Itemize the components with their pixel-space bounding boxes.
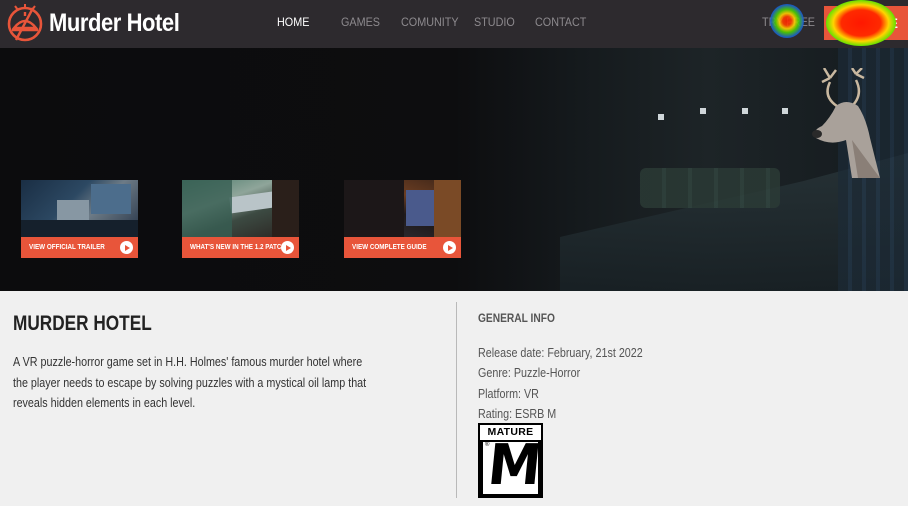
patch-notes-thumbnail[interactable]: WHAT'S NEW IN THE 1.2 PATCH — [182, 180, 299, 258]
nav-comunity[interactable]: COMUNITY — [401, 15, 459, 29]
trailer-preview-image — [21, 180, 138, 237]
ceiling-light — [700, 108, 706, 114]
hero-background-cushions — [640, 168, 780, 208]
section-divider — [456, 302, 457, 498]
hotel-bell-logo-icon — [7, 4, 43, 42]
ceiling-light — [742, 108, 748, 114]
esrb-rating-letter: M — [485, 433, 543, 498]
general-info-list: Release date: February, 21st 2022 Genre:… — [478, 343, 670, 424]
guide-button[interactable]: VIEW COMPLETE GUIDE — [344, 237, 461, 258]
game-info-section: MURDER HOTEL A VR puzzle-horror game set… — [0, 291, 908, 506]
deer-trophy-image — [812, 68, 880, 178]
nav-contact[interactable]: CONTACT — [535, 15, 586, 29]
game-title: MURDER HOTEL — [13, 312, 152, 335]
brand-logo[interactable]: Murder Hotel — [6, 4, 197, 42]
nav-studio[interactable]: STUDIO — [474, 15, 515, 29]
guide-preview-image — [344, 180, 461, 237]
game-description: A VR puzzle-horror game set in H.H. Holm… — [13, 355, 367, 410]
registered-mark: ® — [485, 442, 490, 448]
general-info-heading: GENERAL INFO — [478, 311, 555, 325]
release-date: Release date: February, 21st 2022 — [478, 346, 643, 360]
ceiling-light — [658, 114, 664, 120]
rating: Rating: ESRB M — [478, 406, 557, 421]
platform: Platform: VR — [478, 386, 539, 401]
cta-label: ME — [877, 15, 898, 31]
patch-notes-button[interactable]: WHAT'S NEW IN THE 1.2 PATCH — [182, 237, 299, 258]
play-icon — [120, 241, 133, 254]
ceiling-light — [782, 108, 788, 114]
genre: Genre: Puzzle-Horror — [478, 366, 581, 381]
play-icon — [281, 241, 294, 254]
esrb-mature-badge: MATURE ® M — [478, 423, 543, 498]
patch-preview-image — [182, 180, 299, 237]
patch-notes-button-label: WHAT'S NEW IN THE 1.2 PATCH — [190, 244, 287, 251]
hero-banner: VIEW OFFICIAL TRAILER WHAT'S NEW IN THE … — [0, 48, 908, 291]
trailer-button[interactable]: VIEW OFFICIAL TRAILER — [21, 237, 138, 258]
cta-button[interactable]: ME — [824, 6, 908, 40]
top-nav: Murder Hotel HOME GAMES COMUNITY STUDIO … — [0, 0, 908, 48]
nav-home[interactable]: HOME — [277, 15, 309, 29]
guide-button-label: VIEW COMPLETE GUIDE — [352, 244, 427, 251]
esrb-letter-box: ® M — [483, 433, 541, 496]
play-icon — [443, 241, 456, 254]
nav-games[interactable]: GAMES — [341, 15, 380, 29]
trailer-button-label: VIEW OFFICIAL TRAILER — [29, 244, 105, 251]
brand-name: Murder Hotel — [49, 8, 180, 37]
trailer-thumbnail[interactable]: VIEW OFFICIAL TRAILER — [21, 180, 138, 258]
guide-thumbnail[interactable]: VIEW COMPLETE GUIDE — [344, 180, 461, 258]
try-free-link[interactable]: TRY FREE — [762, 15, 815, 29]
